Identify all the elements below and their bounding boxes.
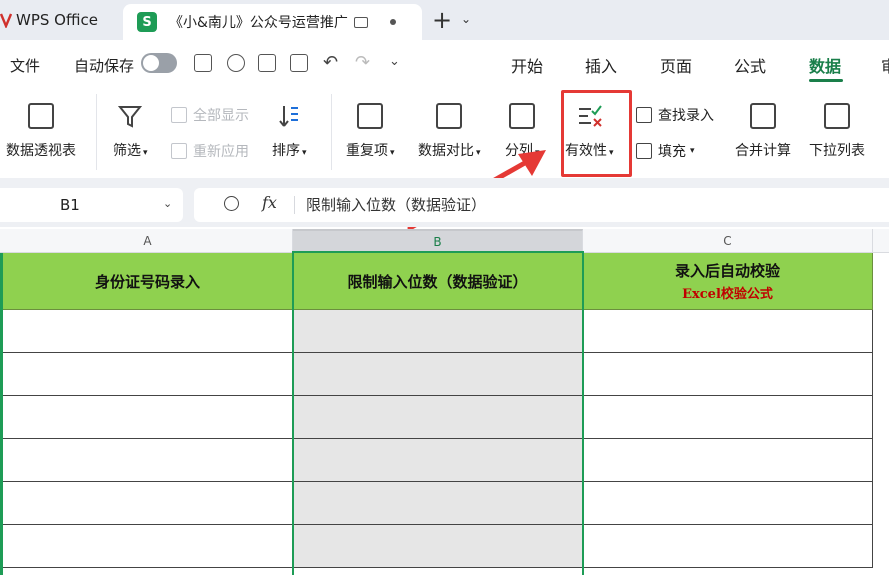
undo-icon[interactable]: ↶ [323,52,338,73]
tab-close-dot-icon[interactable] [389,19,396,25]
table-cell[interactable] [293,353,583,396]
duplicates-label: 重复项 ▾ [346,143,395,159]
dropdown-list-label: 下拉列表 [809,143,865,159]
validity-highlight-box [561,90,632,177]
wps-logo-icon [0,12,13,30]
lookup-entry-icon [636,107,652,123]
table-cell[interactable] [3,396,293,439]
show-all-icon [171,107,187,123]
tab-insert[interactable]: 插入 [585,53,617,77]
consolidate-button[interactable]: 合并计算 [735,103,791,160]
print-icon[interactable] [258,54,276,72]
table-cell[interactable] [293,482,583,525]
fill-button[interactable]: 填充 ▾ [636,141,695,161]
filter-icon [117,103,143,129]
sort-label: 排序 ▾ [272,143,307,159]
spreadsheet-icon: S [137,12,157,32]
sort-button[interactable]: 排序 ▾ [272,103,307,160]
duplicates-icon [357,103,384,129]
column-header-b[interactable]: B [293,229,583,253]
file-menu[interactable]: 文件 [10,55,40,76]
consolidate-icon [750,103,776,129]
split-column-icon [509,103,536,129]
monitor-icon[interactable] [353,16,368,28]
search-icon[interactable] [224,196,239,211]
tab-formula[interactable]: 公式 [734,53,766,77]
ribbon-separator [96,94,97,170]
fx-icon[interactable]: fx [262,193,277,212]
share-icon[interactable] [227,54,245,72]
table-cell[interactable] [583,396,873,439]
duplicates-button[interactable]: 重复项 ▾ [346,103,395,160]
table-cell[interactable] [583,310,873,353]
tab-home[interactable]: 开始 [511,53,543,77]
chevron-down-icon[interactable]: ⌄ [461,12,471,26]
document-tab[interactable]: S 《小&南儿》公众号运营推广 [123,4,422,40]
lookup-entry-button[interactable]: 查找录入 [636,105,714,125]
dropdown-list-button[interactable]: 下拉列表 [809,103,865,160]
column-a-edge [0,253,3,575]
app-title: WPS Office [16,11,98,29]
new-tab-icon[interactable]: + [432,6,452,34]
header-cell-b1[interactable]: 限制输入位数（数据验证） [293,253,583,310]
cell-reference: B1 [60,196,80,214]
fill-icon [636,143,652,159]
table-cell[interactable] [583,525,873,568]
header-b-text: 限制输入位数（数据验证） [347,272,528,291]
table-cell[interactable] [583,439,873,482]
header-c-text: 录入后自动校验 [674,262,780,280]
data-compare-icon [436,103,463,129]
table-cell[interactable] [293,525,583,568]
pivot-table-button[interactable]: 数据透视表 [6,103,76,160]
table-cell[interactable] [583,482,873,525]
ribbon-separator [331,94,332,170]
table-cell[interactable] [583,353,873,396]
filter-button[interactable]: 筛选 ▾ [113,103,148,160]
redo-icon[interactable]: ↷ [355,52,370,73]
print-preview-icon[interactable] [290,54,308,72]
table-cell[interactable] [293,439,583,482]
dropdown-list-icon [824,103,850,129]
toggle-knob [143,55,159,71]
tab-data[interactable]: 数据 [809,53,841,77]
table-cell[interactable] [293,396,583,439]
pivot-table-icon [28,103,54,129]
header-c-formula-note: Excel校验公式 [682,287,773,302]
table-cell[interactable] [3,310,293,353]
pivot-table-label: 数据透视表 [6,143,76,159]
filter-label: 筛选 ▾ [113,143,148,159]
name-box[interactable]: B1 ⌄ [0,188,183,222]
formula-input[interactable]: fx 限制输入位数（数据验证） [194,188,889,222]
sort-icon [276,103,302,129]
table-cell[interactable] [3,353,293,396]
show-all-button[interactable]: 全部显示 [171,105,249,125]
active-tab-indicator [809,79,843,82]
formula-separator [294,196,295,214]
table-cell[interactable] [293,310,583,353]
column-header-a[interactable]: A [3,229,293,253]
title-tab-bar: WPS Office S 《小&南儿》公众号运营推广 + ⌄ [0,0,889,40]
table-cell[interactable] [3,525,293,568]
formula-value[interactable]: 限制输入位数（数据验证） [306,194,486,215]
wps-home-tab[interactable]: WPS Office [0,0,118,40]
document-title: 《小&南儿》公众号运营推广 [169,15,348,31]
autosave-toggle[interactable] [141,53,177,73]
table-cell[interactable] [3,439,293,482]
save-icon[interactable] [194,54,212,72]
header-cell-a1[interactable]: 身份证号码录入 [3,253,293,310]
column-header-c[interactable]: C [583,229,873,253]
header-cell-c1[interactable]: 录入后自动校验 Excel校验公式 [583,253,873,310]
name-box-dropdown-icon[interactable]: ⌄ [163,197,172,210]
consolidate-label: 合并计算 [735,143,791,159]
header-a-text: 身份证号码录入 [94,272,200,291]
quick-access-dropdown-icon[interactable]: ⌄ [389,54,400,69]
table-cell[interactable] [3,482,293,525]
reapply-button[interactable]: 重新应用 [171,141,249,161]
tab-page[interactable]: 页面 [660,53,692,77]
reapply-icon [171,143,187,159]
tab-review[interactable]: 审 [881,53,889,77]
autosave-label: 自动保存 [74,57,135,75]
